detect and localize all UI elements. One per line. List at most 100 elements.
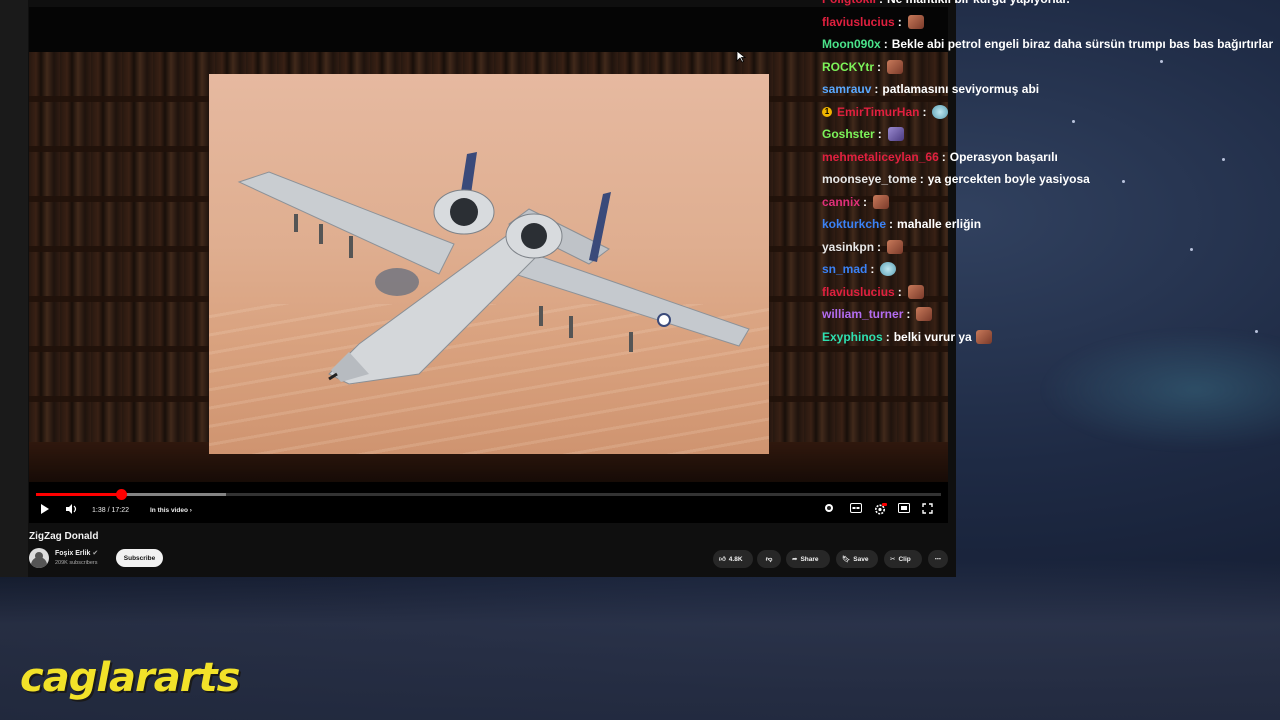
- chat-username[interactable]: Goshster: [822, 127, 875, 141]
- verified-icon: ✔: [92, 550, 99, 557]
- chat-username[interactable]: samrauv: [822, 82, 871, 96]
- channel-name[interactable]: Foşix Erlik ✔: [55, 549, 98, 557]
- seek-bar[interactable]: [36, 489, 941, 500]
- emote-icon: [880, 262, 897, 276]
- chat-separator: :: [874, 82, 879, 96]
- play-icon: [41, 504, 49, 514]
- chat-message: Poligtokil: Ne mantıklı bir kurgu yapıyor…: [822, 0, 1070, 6]
- subscriber-count: 209K subscribers: [55, 560, 98, 566]
- video-title: ZigZag Donald: [29, 531, 99, 542]
- chapter-label: In this video: [150, 507, 188, 514]
- browser-window: 1:38 / 17:22 In this video › ZigZag Dona…: [0, 0, 956, 577]
- save-button[interactable]: 🔖︎ Save: [836, 550, 878, 568]
- chat-username[interactable]: Poligtokil: [822, 0, 876, 6]
- captions-button[interactable]: [850, 503, 862, 513]
- chat-message: ROCKYtr:: [822, 59, 905, 74]
- scissors-icon: ✂: [890, 556, 896, 563]
- chat-separator: :: [897, 284, 902, 299]
- chat-separator: :: [919, 172, 924, 186]
- chat-username[interactable]: yasinkpn: [822, 240, 874, 254]
- chat-username[interactable]: Exyphinos: [822, 330, 883, 344]
- channel-name-text: Foşix Erlik: [55, 550, 91, 557]
- chat-username[interactable]: mehmetaliceylan_66: [822, 150, 939, 164]
- chat-separator: :: [877, 127, 882, 141]
- chat-message: moonseye_tome: ya gercekten boyle yasiyos…: [822, 172, 1090, 186]
- play-button[interactable]: [40, 503, 50, 515]
- chat-username[interactable]: flaviuslucius: [822, 285, 895, 299]
- mute-button[interactable]: [65, 503, 77, 515]
- theater-mode-button[interactable]: [898, 503, 910, 513]
- emote-icon: [907, 14, 924, 29]
- aurora-glow: [1040, 330, 1280, 450]
- fullscreen-button[interactable]: [922, 503, 933, 514]
- gear-icon: [875, 503, 887, 515]
- chat-username[interactable]: EmirTimurHan: [837, 105, 919, 119]
- chat-username[interactable]: cannix: [822, 195, 860, 209]
- emote-icon: [932, 104, 949, 119]
- window-left-edge: [0, 0, 28, 577]
- chat-message: 1 EmirTimurHan:: [822, 104, 950, 119]
- emote-icon: [887, 127, 904, 141]
- chat-message: Exyphinos: belki vurur ya: [822, 329, 994, 344]
- star: [1122, 180, 1125, 183]
- chat-separator: :: [906, 307, 911, 321]
- chat-text: belki vurur ya: [893, 329, 972, 344]
- chat-text: ya gercekten boyle yasiyosa: [927, 172, 1090, 186]
- channel-avatar[interactable]: [29, 548, 49, 568]
- chat-separator: :: [885, 329, 890, 344]
- clip-button[interactable]: ✂ Clip: [884, 550, 922, 568]
- save-label: Save: [853, 555, 869, 563]
- more-icon: ⋯: [934, 556, 942, 563]
- chat-separator: :: [879, 0, 883, 6]
- chat-text: mahalle erliğin: [897, 217, 982, 231]
- clip-label: Clip: [898, 555, 911, 563]
- dislike-button[interactable]: 👎︎: [757, 550, 781, 568]
- chat-message: samrauv: patlamasını seviyormuş abi: [822, 82, 1039, 96]
- chat-username[interactable]: ROCKYtr: [822, 60, 874, 74]
- subscribe-button[interactable]: Subscribe: [116, 549, 163, 567]
- chat-message: cannix:: [822, 194, 891, 209]
- chat-username[interactable]: flaviuslucius: [822, 15, 895, 29]
- chat-separator: :: [877, 239, 882, 254]
- chat-message: Moon090x: Bekle abi petrol engeli biraz d…: [822, 37, 1273, 51]
- chat-username[interactable]: william_turner: [822, 307, 903, 321]
- chat-separator: :: [922, 104, 927, 119]
- autoplay-icon: [825, 504, 833, 512]
- chat-separator: :: [883, 37, 888, 51]
- chat-text: Ne mantıklı bir kurgu yapıyorlar.: [887, 0, 1070, 6]
- chat-separator: :: [897, 14, 902, 29]
- star: [1160, 60, 1163, 63]
- chat-separator: :: [889, 217, 894, 231]
- chat-username[interactable]: sn_mad: [822, 262, 867, 276]
- emote-icon: [887, 59, 904, 74]
- chat-message: flaviuslucius:: [822, 284, 926, 299]
- settings-button[interactable]: [874, 503, 887, 516]
- played-bar: [36, 493, 122, 496]
- time-display: 1:38 / 17:22: [92, 507, 129, 514]
- star: [1190, 248, 1193, 251]
- video-player[interactable]: 1:38 / 17:22 In this video ›: [29, 7, 948, 523]
- chat-separator: :: [870, 262, 875, 276]
- aircraft-image: [209, 74, 769, 454]
- thumbs-down-icon: 👎︎: [765, 556, 773, 563]
- chat-message: Goshster:: [822, 127, 906, 141]
- more-actions-button[interactable]: ⋯: [928, 550, 948, 568]
- chat-username[interactable]: moonseye_tome: [822, 172, 917, 186]
- star: [1222, 158, 1225, 161]
- chat-username[interactable]: Moon090x: [822, 37, 881, 51]
- mouse-cursor-icon: [736, 50, 746, 63]
- share-button[interactable]: ➦ Share: [786, 550, 830, 568]
- like-count: 4.8K: [728, 555, 743, 563]
- thumbs-up-icon: 👍︎: [719, 556, 726, 563]
- chapter-button[interactable]: In this video ›: [150, 507, 192, 514]
- like-button[interactable]: 👍︎ 4.8K: [713, 550, 753, 568]
- autoplay-toggle[interactable]: [824, 503, 834, 513]
- chat-text: Operasyon başarılı: [949, 149, 1058, 164]
- chat-message: kokturkche: mahalle erliğin: [822, 217, 981, 231]
- player-controls: 1:38 / 17:22 In this video ›: [29, 499, 948, 523]
- chat-text: Bekle abi petrol engeli biraz daha sürsü…: [891, 37, 1274, 51]
- chat-username[interactable]: kokturkche: [822, 217, 886, 231]
- chat-separator: :: [941, 149, 946, 164]
- share-label: Share: [800, 555, 819, 563]
- share-icon: ➦: [792, 556, 798, 563]
